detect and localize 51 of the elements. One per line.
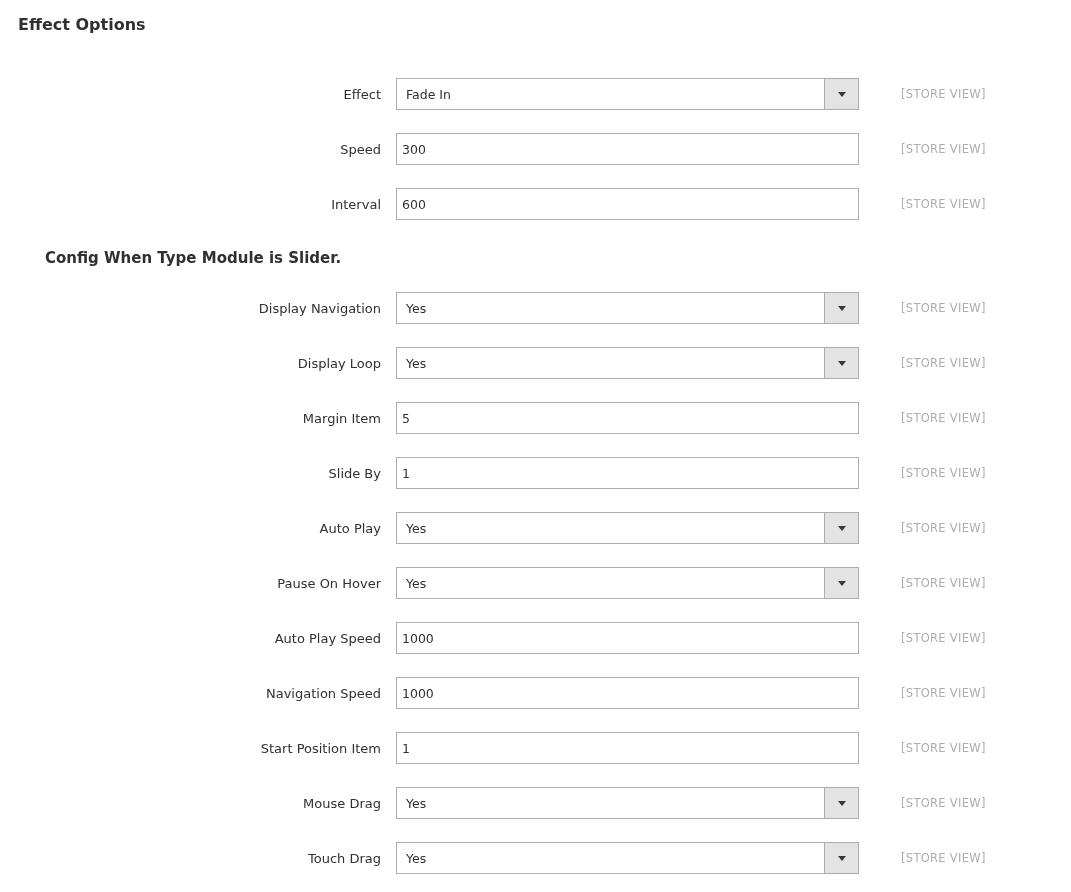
field-label: Navigation Speed — [266, 685, 381, 701]
input-field[interactable]: 1000 — [396, 677, 859, 709]
scope-label: [STORE VIEW] — [901, 466, 987, 480]
field-label: Slide By — [328, 465, 381, 481]
field-label: Auto Play — [319, 520, 381, 536]
caret-icon — [837, 800, 846, 806]
scope-label: [STORE VIEW] — [901, 142, 987, 156]
scope-label: [STORE VIEW] — [901, 411, 987, 425]
scope-label: [STORE VIEW] — [901, 741, 987, 755]
dropdown[interactable]: Fade In — [396, 78, 859, 110]
field-label: Touch Drag — [307, 850, 381, 866]
field-label: Pause On Hover — [277, 575, 381, 591]
scope-label: [STORE VIEW] — [901, 851, 987, 865]
field-label: Interval — [331, 196, 381, 212]
input-field[interactable]: 1000 — [396, 622, 859, 654]
scope-label: [STORE VIEW] — [901, 686, 987, 700]
caret-icon — [837, 525, 846, 531]
subsection-heading: Config When Type Module is Slider. — [45, 248, 343, 269]
input-field[interactable]: 1 — [396, 732, 859, 764]
field-label: Mouse Drag — [303, 795, 381, 811]
dropdown[interactable]: Yes — [396, 512, 859, 544]
field-label: Effect — [343, 86, 381, 102]
input-field[interactable]: 1 — [396, 457, 859, 489]
dropdown[interactable]: Yes — [396, 567, 859, 599]
scope-label: [STORE VIEW] — [901, 197, 987, 211]
scope-label: [STORE VIEW] — [901, 796, 987, 810]
field-label: Speed — [340, 141, 381, 157]
field-label: Display Loop — [297, 355, 381, 371]
caret-icon — [837, 855, 846, 861]
dropdown[interactable]: Yes — [396, 787, 859, 819]
caret-icon — [837, 91, 846, 97]
scope-label: [STORE VIEW] — [901, 87, 987, 101]
input-field[interactable]: 600 — [396, 188, 859, 220]
section-title: Effect Options — [18, 14, 147, 36]
scope-label: [STORE VIEW] — [901, 356, 987, 370]
scope-label: [STORE VIEW] — [901, 576, 987, 590]
dropdown[interactable]: Yes — [396, 347, 859, 379]
input-field[interactable]: 300 — [396, 133, 859, 165]
field-label: Margin Item — [302, 410, 381, 426]
caret-icon — [837, 360, 846, 366]
caret-icon — [837, 305, 846, 311]
dropdown[interactable]: Yes — [396, 292, 859, 324]
scope-label: [STORE VIEW] — [901, 521, 987, 535]
scope-label: [STORE VIEW] — [901, 301, 987, 315]
input-field[interactable]: 5 — [396, 402, 859, 434]
field-label: Display Navigation — [258, 300, 381, 316]
caret-icon — [837, 580, 846, 586]
field-label: Start Position Item — [260, 740, 381, 756]
scope-label: [STORE VIEW] — [901, 631, 987, 645]
dropdown[interactable]: Yes — [396, 842, 859, 874]
field-label: Auto Play Speed — [274, 630, 381, 646]
